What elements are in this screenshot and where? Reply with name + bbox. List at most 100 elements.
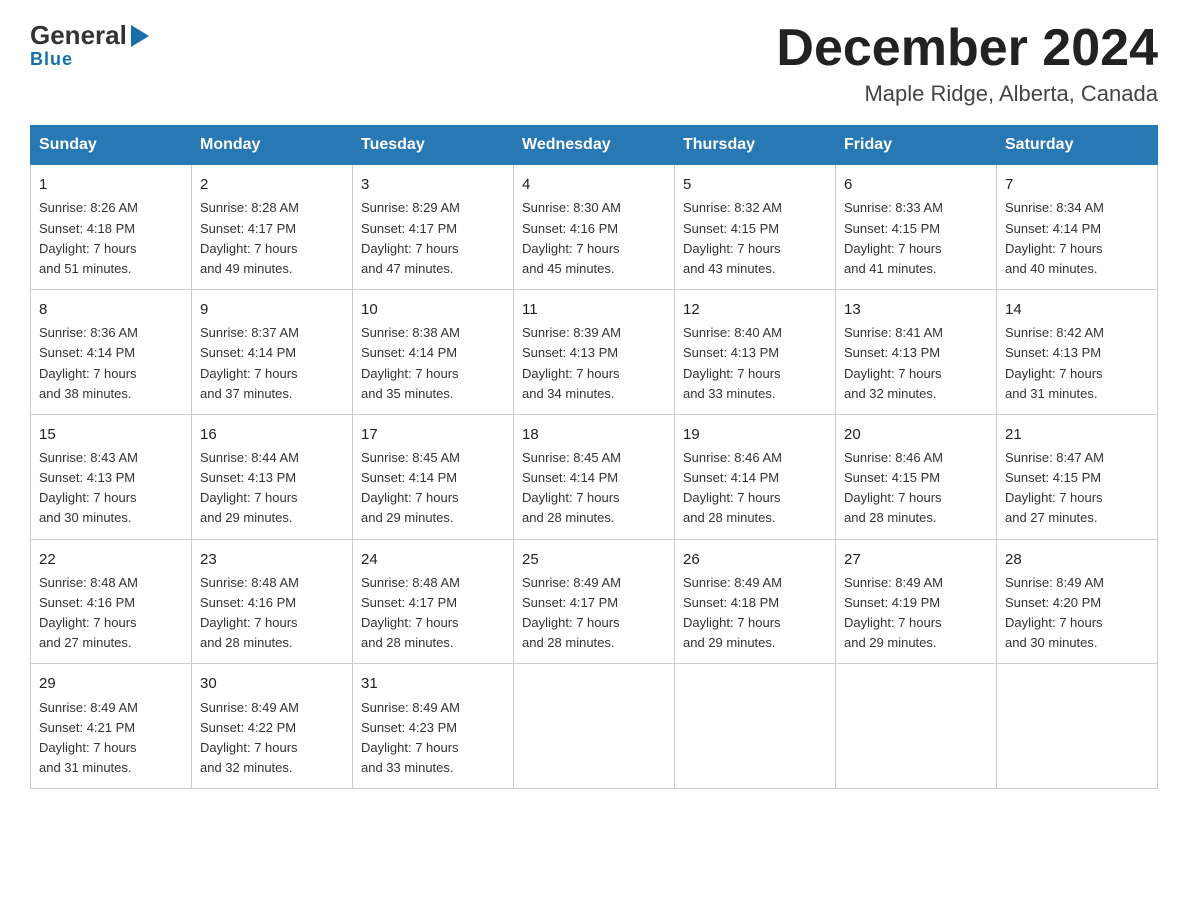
day-number: 9 bbox=[200, 298, 344, 321]
logo-area: General Blue bbox=[30, 20, 149, 70]
day-number: 10 bbox=[361, 298, 505, 321]
day-number: 21 bbox=[1005, 423, 1149, 446]
calendar-cell: 13 Sunrise: 8:41 AMSunset: 4:13 PMDayligh… bbox=[836, 290, 997, 415]
header-row: Sunday Monday Tuesday Wednesday Thursday… bbox=[31, 126, 1158, 165]
day-number: 4 bbox=[522, 173, 666, 196]
calendar-cell: 6 Sunrise: 8:33 AMSunset: 4:15 PMDaylight… bbox=[836, 165, 997, 290]
day-number: 6 bbox=[844, 173, 988, 196]
calendar-cell: 4Sunrise: 8:30 AMSunset: 4:16 PMDaylight… bbox=[514, 165, 675, 290]
col-saturday: Saturday bbox=[997, 126, 1158, 165]
calendar-cell: 19Sunrise: 8:46 AMSunset: 4:14 PMDayligh… bbox=[675, 414, 836, 539]
month-year-title: December 2024 bbox=[776, 20, 1158, 77]
calendar-cell: 7 Sunrise: 8:34 AMSunset: 4:14 PMDaylight… bbox=[997, 165, 1158, 290]
day-sunrise: Sunrise: 8:28 AMSunset: 4:17 PMDaylight:… bbox=[200, 200, 299, 275]
day-sunrise: Sunrise: 8:37 AMSunset: 4:14 PMDaylight:… bbox=[200, 325, 299, 400]
col-thursday: Thursday bbox=[675, 126, 836, 165]
calendar-cell: 30Sunrise: 8:49 AMSunset: 4:22 PMDayligh… bbox=[192, 664, 353, 789]
col-friday: Friday bbox=[836, 126, 997, 165]
page-header: General Blue December 2024 Maple Ridge, … bbox=[30, 20, 1158, 107]
day-number: 16 bbox=[200, 423, 344, 446]
calendar-cell: 31 Sunrise: 8:49 AMSunset: 4:23 PMDayligh… bbox=[353, 664, 514, 789]
calendar-cell bbox=[997, 664, 1158, 789]
calendar-week-3: 15Sunrise: 8:43 AMSunset: 4:13 PMDayligh… bbox=[31, 414, 1158, 539]
logo-triangle-icon bbox=[131, 25, 149, 47]
calendar-cell: 16 Sunrise: 8:44 AMSunset: 4:13 PMDayligh… bbox=[192, 414, 353, 539]
calendar-cell: 18Sunrise: 8:45 AMSunset: 4:14 PMDayligh… bbox=[514, 414, 675, 539]
day-number: 27 bbox=[844, 548, 988, 571]
day-sunrise: Sunrise: 8:49 AMSunset: 4:21 PMDaylight:… bbox=[39, 700, 138, 775]
calendar-cell: 14Sunrise: 8:42 AMSunset: 4:13 PMDayligh… bbox=[997, 290, 1158, 415]
calendar-cell: 8Sunrise: 8:36 AMSunset: 4:14 PMDaylight… bbox=[31, 290, 192, 415]
day-sunrise: Sunrise: 8:32 AMSunset: 4:15 PMDaylight:… bbox=[683, 200, 782, 275]
calendar-week-4: 22 Sunrise: 8:48 AMSunset: 4:16 PMDayligh… bbox=[31, 539, 1158, 664]
day-sunrise: Sunrise: 8:49 AMSunset: 4:18 PMDaylight:… bbox=[683, 575, 782, 650]
day-sunrise: Sunrise: 8:41 AMSunset: 4:13 PMDaylight:… bbox=[844, 325, 943, 400]
day-number: 31 bbox=[361, 672, 505, 695]
day-number: 12 bbox=[683, 298, 827, 321]
day-sunrise: Sunrise: 8:34 AMSunset: 4:14 PMDaylight:… bbox=[1005, 200, 1104, 275]
day-number: 3 bbox=[361, 173, 505, 196]
day-sunrise: Sunrise: 8:46 AMSunset: 4:15 PMDaylight:… bbox=[844, 450, 943, 525]
calendar-cell: 21 Sunrise: 8:47 AMSunset: 4:15 PMDayligh… bbox=[997, 414, 1158, 539]
day-sunrise: Sunrise: 8:40 AMSunset: 4:13 PMDaylight:… bbox=[683, 325, 782, 400]
calendar-cell bbox=[514, 664, 675, 789]
day-sunrise: Sunrise: 8:39 AMSunset: 4:13 PMDaylight:… bbox=[522, 325, 621, 400]
day-number: 11 bbox=[522, 298, 666, 321]
calendar-cell: 5 Sunrise: 8:32 AMSunset: 4:15 PMDaylight… bbox=[675, 165, 836, 290]
title-area: December 2024 Maple Ridge, Alberta, Cana… bbox=[776, 20, 1158, 107]
day-sunrise: Sunrise: 8:29 AMSunset: 4:17 PMDaylight:… bbox=[361, 200, 460, 275]
day-number: 26 bbox=[683, 548, 827, 571]
location-title: Maple Ridge, Alberta, Canada bbox=[776, 81, 1158, 107]
day-sunrise: Sunrise: 8:44 AMSunset: 4:13 PMDaylight:… bbox=[200, 450, 299, 525]
day-number: 20 bbox=[844, 423, 988, 446]
day-number: 13 bbox=[844, 298, 988, 321]
logo-general-text: General bbox=[30, 20, 127, 51]
calendar-cell: 1Sunrise: 8:26 AMSunset: 4:18 PMDaylight… bbox=[31, 165, 192, 290]
day-number: 29 bbox=[39, 672, 183, 695]
day-number: 2 bbox=[200, 173, 344, 196]
calendar-cell: 17 Sunrise: 8:45 AMSunset: 4:14 PMDayligh… bbox=[353, 414, 514, 539]
calendar-cell: 15Sunrise: 8:43 AMSunset: 4:13 PMDayligh… bbox=[31, 414, 192, 539]
day-sunrise: Sunrise: 8:38 AMSunset: 4:14 PMDaylight:… bbox=[361, 325, 460, 400]
day-number: 24 bbox=[361, 548, 505, 571]
calendar-cell: 11 Sunrise: 8:39 AMSunset: 4:13 PMDayligh… bbox=[514, 290, 675, 415]
day-number: 30 bbox=[200, 672, 344, 695]
day-sunrise: Sunrise: 8:48 AMSunset: 4:16 PMDaylight:… bbox=[200, 575, 299, 650]
calendar-cell: 10 Sunrise: 8:38 AMSunset: 4:14 PMDayligh… bbox=[353, 290, 514, 415]
calendar-week-5: 29 Sunrise: 8:49 AMSunset: 4:21 PMDayligh… bbox=[31, 664, 1158, 789]
day-sunrise: Sunrise: 8:45 AMSunset: 4:14 PMDaylight:… bbox=[361, 450, 460, 525]
day-number: 5 bbox=[683, 173, 827, 196]
calendar-cell: 28Sunrise: 8:49 AMSunset: 4:20 PMDayligh… bbox=[997, 539, 1158, 664]
day-number: 17 bbox=[361, 423, 505, 446]
day-number: 28 bbox=[1005, 548, 1149, 571]
day-sunrise: Sunrise: 8:48 AMSunset: 4:16 PMDaylight:… bbox=[39, 575, 138, 650]
calendar-table: Sunday Monday Tuesday Wednesday Thursday… bbox=[30, 125, 1158, 789]
day-sunrise: Sunrise: 8:46 AMSunset: 4:14 PMDaylight:… bbox=[683, 450, 782, 525]
logo-blue-label: Blue bbox=[30, 49, 73, 70]
day-number: 7 bbox=[1005, 173, 1149, 196]
calendar-week-2: 8Sunrise: 8:36 AMSunset: 4:14 PMDaylight… bbox=[31, 290, 1158, 415]
day-number: 18 bbox=[522, 423, 666, 446]
day-number: 22 bbox=[39, 548, 183, 571]
calendar-week-1: 1Sunrise: 8:26 AMSunset: 4:18 PMDaylight… bbox=[31, 165, 1158, 290]
logo: General bbox=[30, 20, 149, 51]
calendar-cell: 29 Sunrise: 8:49 AMSunset: 4:21 PMDayligh… bbox=[31, 664, 192, 789]
day-sunrise: Sunrise: 8:49 AMSunset: 4:23 PMDaylight:… bbox=[361, 700, 460, 775]
day-sunrise: Sunrise: 8:43 AMSunset: 4:13 PMDaylight:… bbox=[39, 450, 138, 525]
calendar-cell: 27 Sunrise: 8:49 AMSunset: 4:19 PMDayligh… bbox=[836, 539, 997, 664]
col-wednesday: Wednesday bbox=[514, 126, 675, 165]
calendar-cell: 2 Sunrise: 8:28 AMSunset: 4:17 PMDaylight… bbox=[192, 165, 353, 290]
day-number: 14 bbox=[1005, 298, 1149, 321]
calendar-cell: 3 Sunrise: 8:29 AMSunset: 4:17 PMDaylight… bbox=[353, 165, 514, 290]
calendar-cell: 12 Sunrise: 8:40 AMSunset: 4:13 PMDayligh… bbox=[675, 290, 836, 415]
day-sunrise: Sunrise: 8:49 AMSunset: 4:19 PMDaylight:… bbox=[844, 575, 943, 650]
day-sunrise: Sunrise: 8:49 AMSunset: 4:17 PMDaylight:… bbox=[522, 575, 621, 650]
day-sunrise: Sunrise: 8:26 AMSunset: 4:18 PMDaylight:… bbox=[39, 200, 138, 275]
calendar-body: 1Sunrise: 8:26 AMSunset: 4:18 PMDaylight… bbox=[31, 165, 1158, 789]
calendar-cell bbox=[675, 664, 836, 789]
day-number: 23 bbox=[200, 548, 344, 571]
calendar-cell bbox=[836, 664, 997, 789]
day-sunrise: Sunrise: 8:47 AMSunset: 4:15 PMDaylight:… bbox=[1005, 450, 1104, 525]
day-sunrise: Sunrise: 8:33 AMSunset: 4:15 PMDaylight:… bbox=[844, 200, 943, 275]
calendar-cell: 20 Sunrise: 8:46 AMSunset: 4:15 PMDayligh… bbox=[836, 414, 997, 539]
